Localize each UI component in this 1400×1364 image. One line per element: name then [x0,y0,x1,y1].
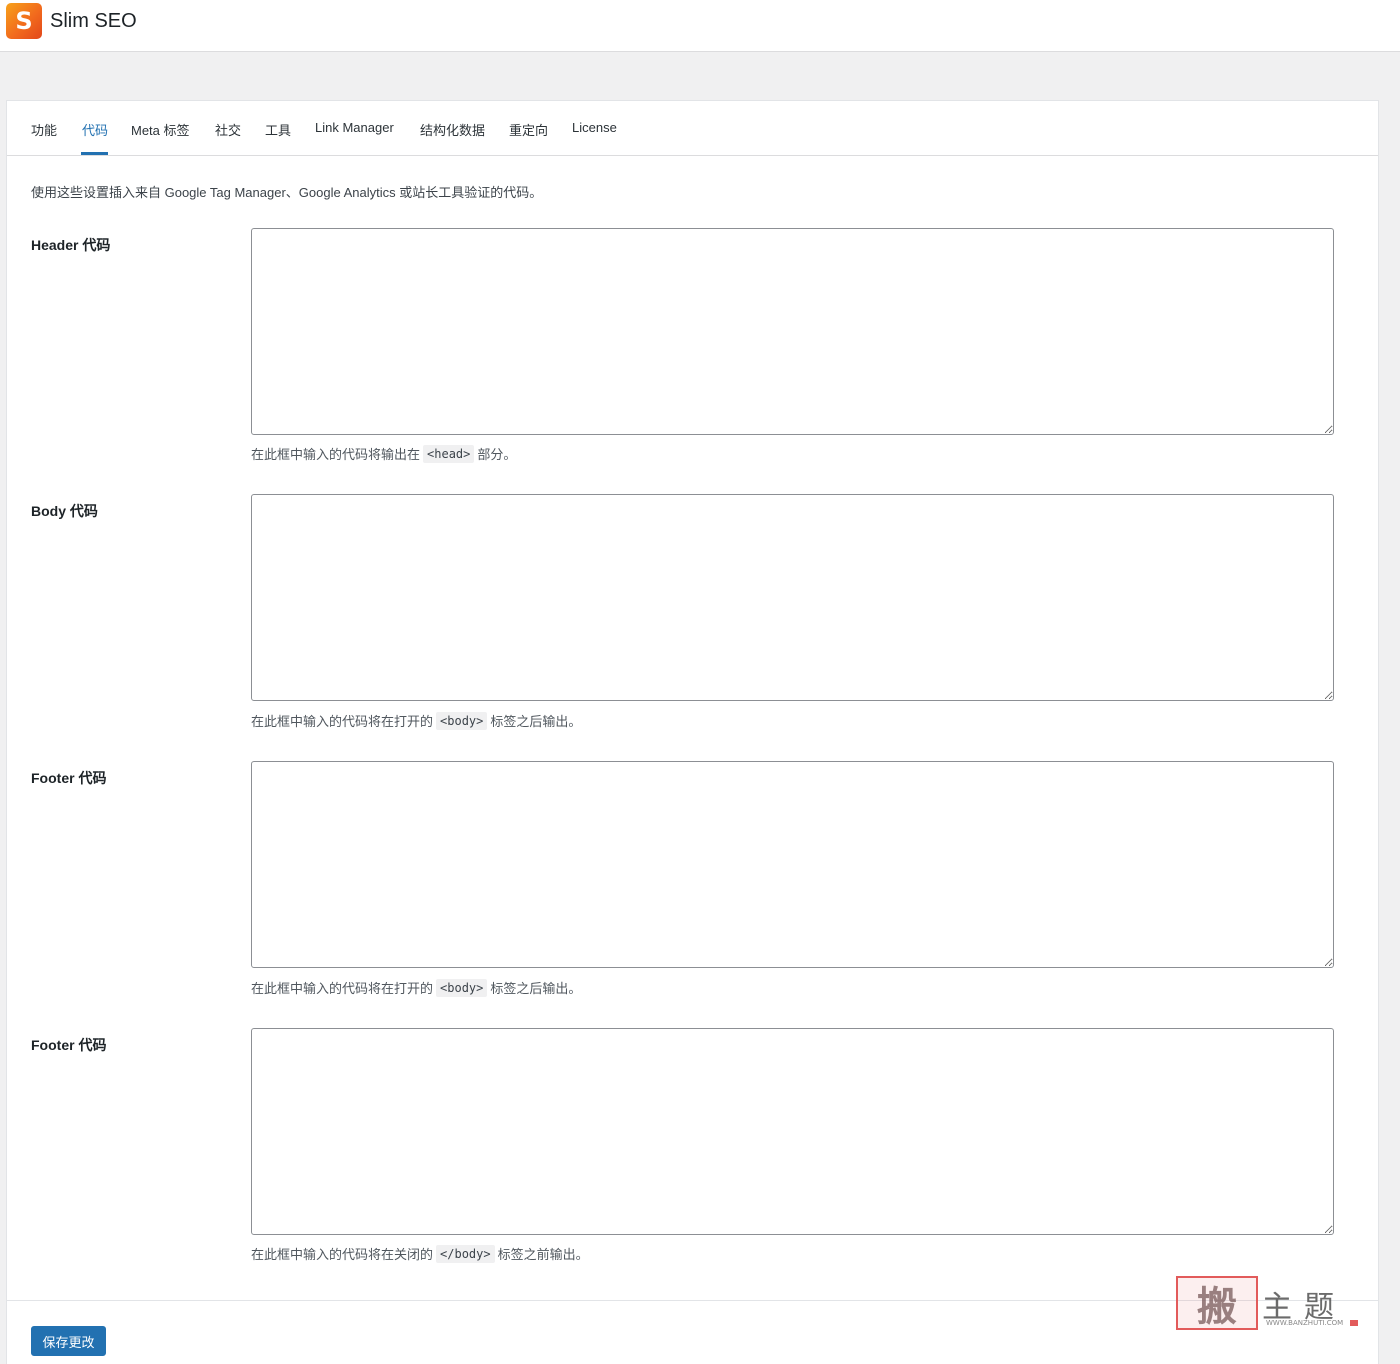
tab-tools[interactable]: 工具 [265,120,291,139]
footer-code-textarea[interactable] [251,761,1334,968]
body-code-label: Body 代码 [31,503,98,519]
desc-text-before: 在此框中输入的代码将输出在 [251,447,421,462]
intro-text: 使用这些设置插入来自 Google Tag Manager、Google Ana… [31,185,543,200]
desc-text-after: 标签之前输出。 [497,1247,589,1262]
logo-letter: S [15,7,33,35]
footer-code-description: 在此框中输入的代码将在打开的 <body> 标签之后输出。 [251,978,581,997]
footer-code-description-2: 在此框中输入的代码将在关闭的 </body> 标签之前输出。 [251,1244,589,1263]
body-code-textarea[interactable] [251,494,1334,701]
watermark-dot [1350,1320,1358,1326]
tab-meta-tags[interactable]: Meta 标签 [131,120,190,139]
desc-code-tag: <body> [436,711,488,730]
app-title: Slim SEO [50,10,137,32]
footer-code-label-2: Footer 代码 [31,1037,107,1053]
desc-text-after: 标签之后输出。 [490,714,582,729]
watermark-seal-char: 搬 [1197,1283,1237,1330]
footer-divider [7,1300,1378,1301]
desc-code-tag: </body> [436,1244,495,1263]
header-code-textarea[interactable] [251,228,1334,435]
header-code-label: Header 代码 [31,237,111,253]
tab-features[interactable]: 功能 [31,120,57,139]
header-code-description: 在此框中输入的代码将输出在 <head> 部分。 [251,444,516,463]
desc-code-tag: <head> [423,444,475,463]
active-tab-indicator [81,152,108,155]
footer-code-label: Footer 代码 [31,770,107,786]
tab-license[interactable]: License [572,120,617,135]
app-header: S Slim SEO [0,0,1400,52]
slim-seo-logo: S [6,3,42,39]
tab-bar: 功能 代码 Meta 标签 社交 工具 Link Manager 结构化数据 重… [7,101,1378,156]
footer-code-textarea-2[interactable] [251,1028,1334,1235]
body-code-description: 在此框中输入的代码将在打开的 <body> 标签之后输出。 [251,711,581,730]
tab-redirection[interactable]: 重定向 [509,120,548,139]
desc-text-before: 在此框中输入的代码将在关闭的 [251,1247,434,1262]
tab-social[interactable]: 社交 [215,120,241,139]
settings-card: 功能 代码 Meta 标签 社交 工具 Link Manager 结构化数据 重… [6,100,1379,1364]
desc-text-before: 在此框中输入的代码将在打开的 [251,714,434,729]
save-changes-button[interactable]: 保存更改 [31,1326,106,1356]
desc-text-after: 标签之后输出。 [490,981,582,996]
watermark-url: WWW.BANZHUTI.COM [1266,1319,1344,1327]
watermark-seal: 搬 [1176,1276,1258,1330]
desc-code-tag: <body> [436,978,488,997]
tab-link-manager[interactable]: Link Manager [315,120,394,135]
desc-text-after: 部分。 [477,447,517,462]
desc-text-before: 在此框中输入的代码将在打开的 [251,981,434,996]
tab-code[interactable]: 代码 [82,120,108,139]
tab-schema[interactable]: 结构化数据 [420,120,485,139]
watermark-logo: 搬 主题 WWW.BANZHUTI.COM [1176,1276,1366,1332]
